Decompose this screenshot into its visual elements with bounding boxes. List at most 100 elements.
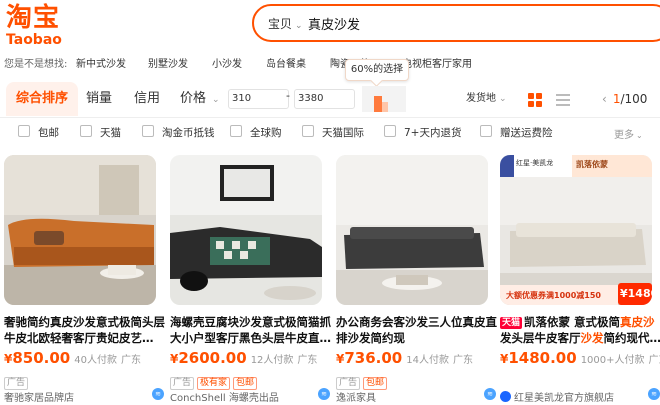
ship-location: 广东 [121,355,141,366]
total-pages: /100 [620,92,647,106]
filter-taojinbi[interactable]: 淘金币抵钱 [142,125,215,140]
promo-coupon-text: 大额优惠券满1000减150 [506,290,601,301]
tag-row: 广告包邮 [336,370,390,384]
filter-label: 天猫 [100,127,121,139]
suggestion-item[interactable]: 岛台餐桌 [266,55,306,70]
checkbox[interactable] [230,125,242,137]
price-range-separator: - [286,89,290,102]
prev-page-icon[interactable]: ‹ [602,92,607,106]
currency-symbol: ¥ [620,287,628,300]
logo-en: Taobao [6,33,62,47]
taobao-logo[interactable]: 淘宝 Taobao [6,4,62,47]
price-max-input[interactable]: 3380 [294,89,355,109]
ship-location: 广东 [297,355,317,366]
shop-name[interactable]: 奢驰家居品牌店 [4,389,74,404]
filter-label: 天猫国际 [322,127,364,139]
product-title-text: 简约现代… [604,331,660,345]
suggestion-bar: 您是不是想找: 新中式沙发 别墅沙发 小沙发 岛台餐桌 陶瓷一体 电视柜客厅家用 [0,53,660,71]
chat-icon[interactable]: ≋ [318,388,330,400]
chat-icon[interactable]: ≋ [152,388,164,400]
chevron-down-icon: ⌄ [636,131,643,140]
filter-free-shipping[interactable]: 包邮 [18,125,59,140]
filter-tmall[interactable]: 天猫 [80,125,121,140]
price-histogram-tooltip: 60%的选择 [345,59,409,81]
histogram-bar [382,102,388,112]
ship-from-label: 发货地 [466,93,496,104]
sales-count: 14人付款 [406,355,449,366]
suggestion-item[interactable]: 小沙发 [212,55,242,70]
checkbox[interactable] [384,125,396,137]
product-image[interactable] [500,155,652,305]
filter-bar: 包邮 天猫 淘金币抵钱 全球购 天猫国际 7+天内退货 赠送运费险 更多⌄ [0,122,660,146]
grid-view-icon[interactable] [528,92,542,111]
filter-tmall-intl[interactable]: 天猫国际 [302,125,364,140]
product-title[interactable]: 奢驰简约真皮沙发意式极简头层牛皮北欧轻奢客厅贵妃皮艺… [4,314,166,346]
ship-from-filter[interactable]: 发货地⌄ [466,82,507,116]
chat-icon[interactable]: ≋ [484,388,496,400]
price-value: 736.00 [344,349,402,367]
shop-name-text: 红星美凯龙官方旗舰店 [514,393,614,404]
product-title[interactable]: 天猫凯落依蒙 意式极简真皮沙发头层牛皮客厅沙发简约现代… [500,314,660,346]
price-min-input[interactable]: 310 [228,89,289,109]
title-highlight: 真皮沙 [620,315,655,329]
product-card[interactable]: 红星·美凯龙 凯落依蒙 大额优惠券满1000减150 ¥1480 天猫凯落依蒙 … [500,155,652,405]
more-filters-button[interactable]: 更多⌄ [614,126,643,141]
product-price: ¥736.0014人付款广东 [336,348,473,367]
tab-price[interactable]: 价格 ⌄ [180,82,220,116]
promo-price-value: 1480 [628,287,659,300]
chevron-down-icon: ⌄ [212,95,220,105]
product-image[interactable] [170,155,322,305]
search-input[interactable]: 真皮沙发 [308,14,360,33]
product-card[interactable]: 办公商务会客沙发三人位真皮直排沙发简约现 ¥736.0014人付款广东 广告包邮… [336,155,488,405]
price-value: 1480.00 [508,349,576,367]
product-image[interactable] [336,155,488,305]
product-image[interactable] [4,155,156,305]
histogram-bar [374,96,382,112]
search-scope-select[interactable]: 宝贝⌄ [268,15,303,32]
checkbox[interactable] [142,125,154,137]
tab-price-label: 价格 [180,91,206,106]
tmall-store-icon [500,391,511,402]
shop-name[interactable]: ConchShell 海螺壳出品 [170,389,279,404]
suggestion-item[interactable]: 新中式沙发 [76,55,126,70]
filter-label: 包邮 [38,127,59,139]
list-view-icon[interactable] [556,92,570,111]
checkbox[interactable] [80,125,92,137]
price-value: 850.00 [12,349,70,367]
suggestion-item[interactable]: 电视柜客厅家用 [402,55,472,70]
search-scope-label: 宝贝 [268,17,292,31]
filter-global[interactable]: 全球购 [230,125,282,140]
product-title-text: 发头层牛皮客厅 [500,331,581,345]
title-highlight: 沙发 [581,331,604,345]
sort-bar: 综合排序 销量 信用 价格⌄ 310 - 3380 发货地⌄ ‹1/100 [0,82,660,118]
chevron-down-icon: ⌄ [499,94,507,104]
product-price: ¥2600.0012人付款广东 [170,348,317,367]
tab-sales[interactable]: 销量 [86,82,112,116]
shop-name[interactable]: 红星美凯龙官方旗舰店 [500,389,614,404]
pager: ‹1/100 [602,82,647,116]
promo-head: 红星·美凯龙 [516,158,553,168]
filter-shipping-insurance[interactable]: 赠送运费险 [480,125,553,140]
sales-count: 40人付款 [74,355,117,366]
filter-label: 7+天内退货 [404,127,461,139]
product-title[interactable]: 办公商务会客沙发三人位真皮直排沙发简约现 [336,314,498,346]
filter-7day-return[interactable]: 7+天内退货 [384,125,461,140]
promo-brand: 凯落依蒙 [576,159,608,170]
checkbox[interactable] [18,125,30,137]
price-histogram[interactable] [362,86,406,112]
checkbox[interactable] [480,125,492,137]
tab-comprehensive[interactable]: 综合排序 [6,82,78,116]
chat-icon[interactable]: ≋ [648,388,660,400]
product-title-text: 办公商务会客沙发三人位真皮直排沙发简约现 [336,315,497,345]
product-card[interactable]: 奢驰简约真皮沙发意式极简头层牛皮北欧轻奢客厅贵妃皮艺… ¥850.0040人付款… [4,155,156,405]
search-box[interactable]: 宝贝⌄ 真皮沙发 [252,4,660,42]
shop-name[interactable]: 逸派家具 [336,389,376,404]
tmall-badge: 天猫 [500,317,522,329]
tab-credit[interactable]: 信用 [134,82,160,116]
product-card[interactable]: 海螺壳豆腐块沙发意式极简猫抓大小户型客厅黑色头层牛皮直… ¥2600.0012人… [170,155,322,405]
suggestion-item[interactable]: 别墅沙发 [148,55,188,70]
product-title[interactable]: 海螺壳豆腐块沙发意式极简猫抓大小户型客厅黑色头层牛皮直… [170,314,332,346]
suggestion-label: 您是不是想找: [4,55,67,70]
checkbox[interactable] [302,125,314,137]
price-value: 2600.00 [178,349,246,367]
